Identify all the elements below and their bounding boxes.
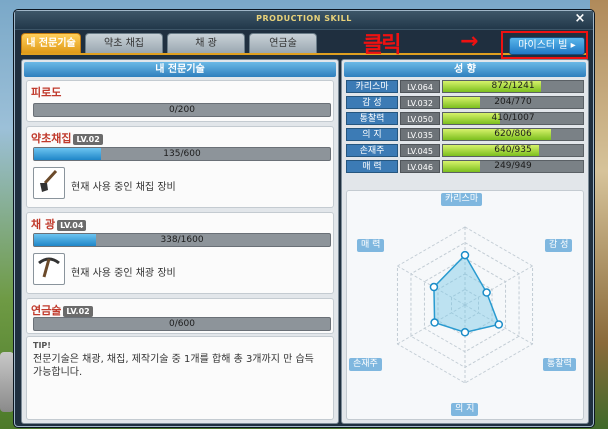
tip-box: TIP! 전문기술은 채광, 채집, 제작기술 중 1개를 합해 총 3개까지 … <box>26 336 334 420</box>
skill-mining-title: 채 광 LV.04 <box>31 216 87 232</box>
skill-mining-level: LV.04 <box>57 219 87 231</box>
disposition-header: 성 향 <box>344 62 586 77</box>
disposition-panel: 성 향 카리스마 LV.064 872/1241 감 성 LV.032 204/… <box>341 59 589 424</box>
stat-bar: 620/806 <box>442 128 584 141</box>
stat-level: LV.064 <box>400 80 440 93</box>
skill-mining-section: 채 광 LV.04 338/1600 현재 사용 중인 채광 장비 <box>26 212 334 294</box>
skill-alchemy-level: LV.02 <box>63 305 93 317</box>
radar-point <box>460 250 470 260</box>
radar-label-insight: 통찰력 <box>543 358 576 371</box>
stat-value: 620/806 <box>494 129 532 139</box>
radar-label-willpower: 의 지 <box>451 403 479 416</box>
annotation-highlight-box <box>501 31 588 59</box>
stat-level: LV.032 <box>400 96 440 109</box>
fatigue-bar: 0/200 <box>33 103 331 117</box>
production-skill-window: PRODUCTION SKILL × 내 전문기술 약초 채집 채 광 연금술 … <box>14 10 594 427</box>
stat-value: 410/1007 <box>491 113 535 123</box>
skill-alchemy-bar: 0/600 <box>33 317 331 331</box>
skill-herb-title: 약초채집 LV.02 <box>31 130 103 146</box>
skill-alchemy-value: 0/600 <box>169 319 195 329</box>
radar-label-sensibility: 감 성 <box>545 239 573 252</box>
stat-value: 640/935 <box>494 145 532 155</box>
stat-row: 카리스마 LV.064 872/1241 <box>346 80 584 93</box>
skill-alchemy-title: 연금술 LV.02 <box>31 302 93 318</box>
stat-name: 통찰력 <box>346 112 398 125</box>
skill-herb-section: 약초채집 LV.02 135/600 현재 사용 중인 채집 장비 <box>26 126 334 208</box>
tab-mining[interactable]: 채 광 <box>167 33 245 53</box>
skill-herb-level: LV.02 <box>73 133 103 145</box>
radar-svg <box>396 226 534 384</box>
stat-bar: 204/770 <box>442 96 584 109</box>
radar-point <box>429 282 439 292</box>
stat-level: LV.050 <box>400 112 440 125</box>
skill-mining-value: 338/1600 <box>160 235 204 245</box>
stat-bar: 249/949 <box>442 160 584 173</box>
tip-body: 전문기술은 채광, 채집, 제작기술 중 1개를 합해 총 3개까지 만 습득 … <box>33 354 314 378</box>
radar-point <box>430 318 439 327</box>
skill-herb-value: 135/600 <box>163 149 201 159</box>
pickaxe-icon[interactable] <box>33 253 65 285</box>
stat-name: 감 성 <box>346 96 398 109</box>
stat-value: 204/770 <box>494 97 532 107</box>
stat-row: 통찰력 LV.050 410/1007 <box>346 112 584 125</box>
stat-name: 카리스마 <box>346 80 398 93</box>
stat-bar: 640/935 <box>442 144 584 157</box>
annotation-click-text: 클릭 <box>363 32 402 58</box>
stat-row: 의 지 LV.035 620/806 <box>346 128 584 141</box>
skill-herb-bar: 135/600 <box>33 147 331 161</box>
shovel-icon[interactable] <box>33 167 65 199</box>
disposition-radar-chart: 카리스마 감 성 통찰력 의 지 손재주 매 력 <box>346 190 584 420</box>
skill-mining-bar: 338/1600 <box>33 233 331 247</box>
tip-title: TIP! <box>33 341 51 350</box>
radar-point <box>494 320 504 329</box>
fatigue-value: 0/200 <box>169 105 195 115</box>
stat-bar: 410/1007 <box>442 112 584 125</box>
skill-mining-tool-text: 현재 사용 중인 채광 장비 <box>71 268 176 279</box>
tab-my-skills[interactable]: 내 전문기술 <box>21 33 81 53</box>
window-title: PRODUCTION SKILL <box>256 14 352 23</box>
radar-point <box>482 288 491 297</box>
stat-level: LV.046 <box>400 160 440 173</box>
stat-name: 매 력 <box>346 160 398 173</box>
radar-label-charm: 매 력 <box>357 239 385 252</box>
stat-bar: 872/1241 <box>442 80 584 93</box>
close-icon[interactable]: × <box>573 12 587 26</box>
stat-name: 손재주 <box>346 144 398 157</box>
radar-point <box>460 328 470 337</box>
fatigue-section: 피로도 0/200 <box>26 80 334 122</box>
game-rock <box>0 352 14 412</box>
stat-level: LV.035 <box>400 128 440 141</box>
my-skills-header: 내 전문기술 <box>24 62 336 77</box>
stat-name: 의 지 <box>346 128 398 141</box>
skill-herb-tool-text: 현재 사용 중인 채집 장비 <box>71 182 176 193</box>
radar-label-charisma: 카리스마 <box>441 193 483 206</box>
stat-value: 872/1241 <box>491 81 535 91</box>
annotation-arrow-icon: → <box>460 29 479 54</box>
stat-value: 249/949 <box>494 161 532 171</box>
stat-row: 감 성 LV.032 204/770 <box>346 96 584 109</box>
tab-alchemy[interactable]: 연금술 <box>249 33 317 53</box>
radar-label-diligence: 손재주 <box>349 358 382 371</box>
my-skills-panel: 내 전문기술 피로도 0/200 약초채집 LV.02 135/600 현재 사용… <box>21 59 339 424</box>
stat-row: 매 력 LV.046 249/949 <box>346 160 584 173</box>
fatigue-title: 피로도 <box>31 86 62 99</box>
stat-row: 손재주 LV.045 640/935 <box>346 144 584 157</box>
tab-herb-gathering[interactable]: 약초 채집 <box>85 33 163 53</box>
stat-level: LV.045 <box>400 144 440 157</box>
titlebar: PRODUCTION SKILL × <box>15 11 593 30</box>
skill-alchemy-section: 연금술 LV.02 0/600 <box>26 298 334 334</box>
